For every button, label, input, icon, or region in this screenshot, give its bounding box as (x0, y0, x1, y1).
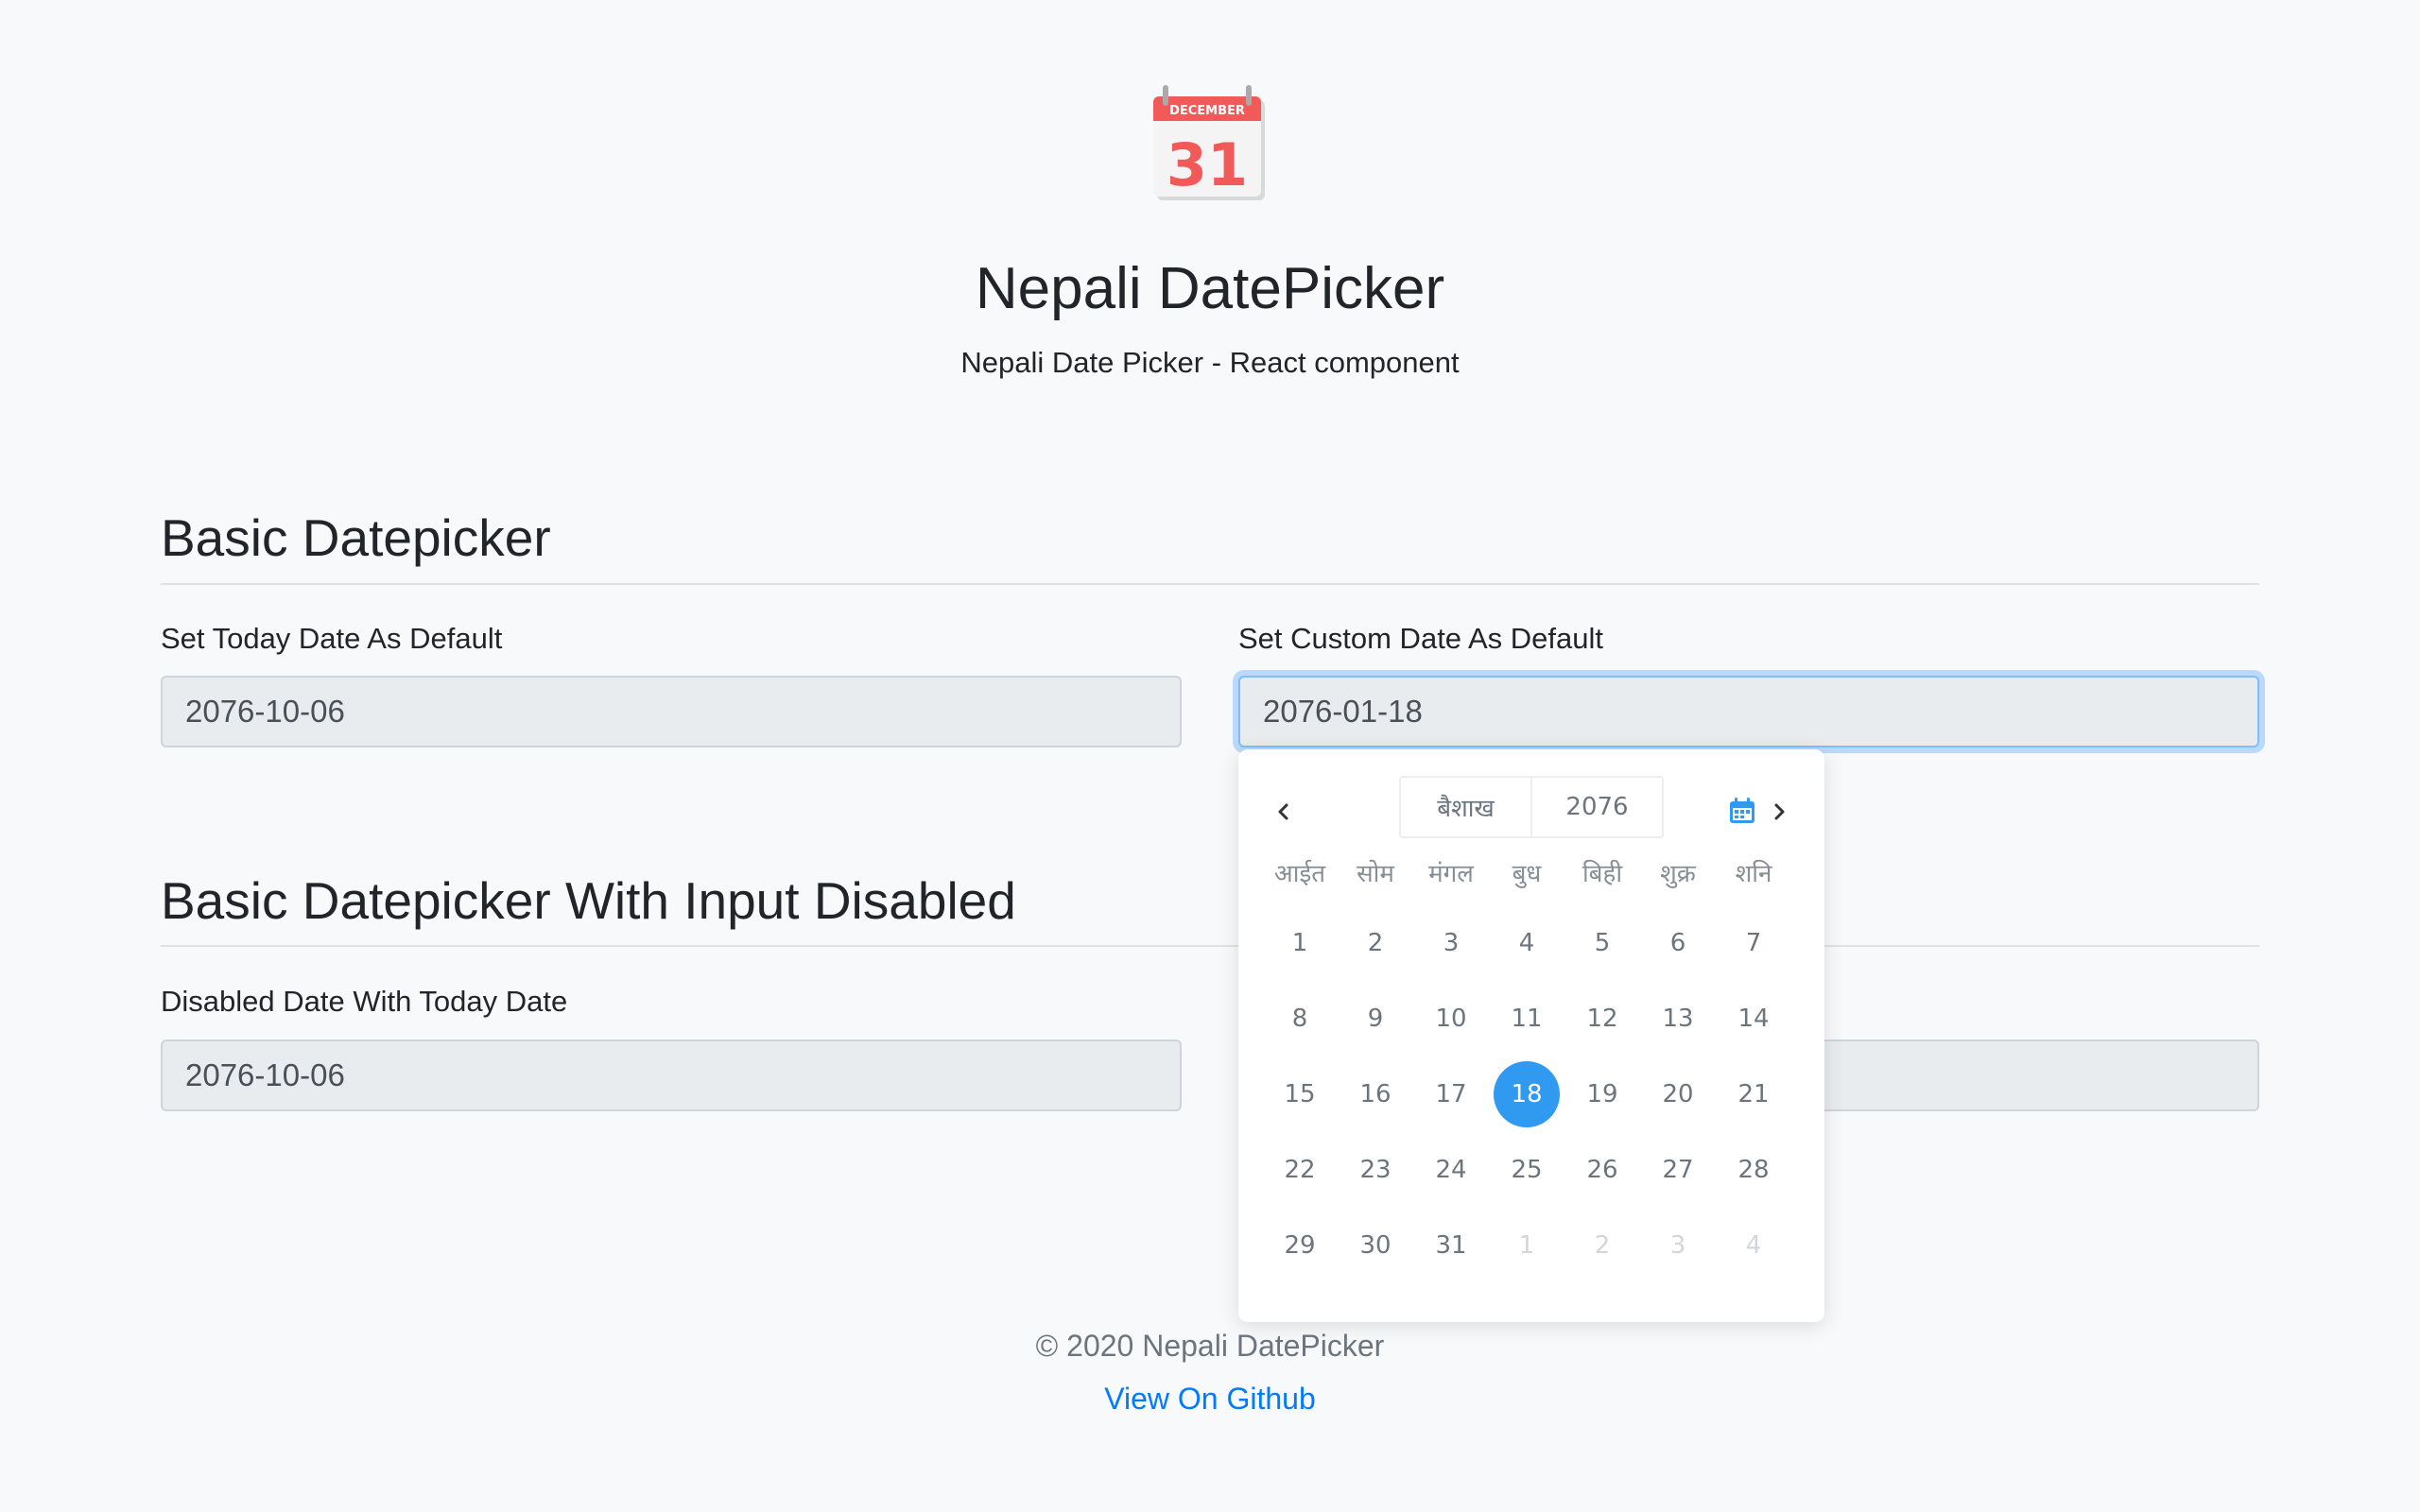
footer-copyright: © 2020 Nepali DatePicker (1035, 1329, 1385, 1363)
calendar-week: 1 2 3 4 5 6 7 (1262, 910, 1791, 976)
section-divider (161, 945, 2259, 947)
calendar-day[interactable]: 15 (1262, 1061, 1338, 1127)
page-title: Nepali DatePicker (975, 256, 1445, 321)
calendar-day[interactable]: 20 (1640, 1061, 1716, 1127)
section-title-basic: Basic Datepicker (161, 508, 551, 567)
calendar-day[interactable]: 17 (1413, 1061, 1489, 1127)
calendar-day[interactable]: 6 (1640, 910, 1716, 976)
year-select[interactable]: 2076 (1530, 778, 1662, 836)
calendar-day[interactable]: 16 (1338, 1061, 1413, 1127)
weekday-label: बुध (1512, 860, 1542, 888)
calendar-day[interactable]: 2 (1338, 910, 1413, 976)
calendar-day[interactable]: 8 (1262, 986, 1338, 1052)
today-date-label: Set Today Date As Default (161, 622, 503, 655)
calendar-day[interactable]: 13 (1640, 986, 1716, 1052)
calendar-day[interactable]: 29 (1262, 1212, 1338, 1279)
calendar-day[interactable]: 1 (1262, 910, 1338, 976)
month-year-selector: बैशाख 2076 (1399, 776, 1664, 838)
calendar-day[interactable]: 19 (1564, 1061, 1640, 1127)
calendar-day[interactable]: 4 (1489, 910, 1564, 976)
month-select[interactable]: बैशाख (1401, 778, 1530, 836)
chevron-right-icon (1774, 803, 1785, 820)
weekday-label: बिही (1582, 860, 1623, 888)
chevron-left-icon (1278, 803, 1288, 820)
calendar-day[interactable]: 7 (1716, 910, 1791, 976)
custom-date-label: Set Custom Date As Default (1238, 622, 1603, 655)
weekday-label: मंगल (1428, 860, 1474, 888)
calendar-day-next-month[interactable]: 2 (1564, 1212, 1640, 1279)
weekday-label: आईत (1273, 860, 1326, 888)
calendar-week: 8 9 10 11 12 13 14 (1262, 986, 1791, 1052)
datepicker-calendar: बैशाख 2076 आईत सोम मंगल बुध बिही शुक्र श… (1238, 749, 1824, 1322)
weekday-label: शनि (1735, 860, 1772, 888)
selected-day-number: 18 (1494, 1061, 1560, 1127)
calendar-day[interactable]: 26 (1564, 1137, 1640, 1203)
section-divider (161, 583, 2259, 585)
next-month-button[interactable] (1758, 791, 1800, 833)
today-calendar-icon[interactable] (1728, 797, 1756, 825)
weekday-header: आईत सोम मंगल बुध बिही शुक्र शनि (1262, 855, 1791, 893)
calendar-day[interactable]: 27 (1640, 1137, 1716, 1203)
calendar-week: 15 16 17 18 19 20 21 (1262, 1061, 1791, 1127)
github-link[interactable]: View On Github (0, 1380, 2420, 1418)
calendar-day[interactable]: 31 (1413, 1212, 1489, 1279)
calendar-day[interactable]: 5 (1564, 910, 1640, 976)
calendar-day[interactable]: 25 (1489, 1137, 1564, 1203)
page-subtitle: Nepali Date Picker - React component (960, 346, 1460, 379)
calendar-day[interactable]: 24 (1413, 1137, 1489, 1203)
weekday-label: शुक्र (1660, 860, 1696, 888)
custom-date-input[interactable] (1238, 676, 2259, 747)
logo-month: DECEMBER (1169, 104, 1245, 118)
calendar-day-next-month[interactable]: 4 (1716, 1212, 1791, 1279)
weekday-label: सोम (1357, 860, 1394, 888)
calendar-day[interactable]: 23 (1338, 1137, 1413, 1203)
disabled-date-input (161, 1040, 1182, 1111)
calendar-day[interactable]: 30 (1338, 1212, 1413, 1279)
calendar-day[interactable]: 12 (1564, 986, 1640, 1052)
calendar-day[interactable]: 10 (1413, 986, 1489, 1052)
section-title-disabled: Basic Datepicker With Input Disabled (161, 871, 1016, 930)
calendar-logo-icon: DECEMBER 31 (1153, 85, 1265, 200)
calendar-day[interactable]: 11 (1489, 986, 1564, 1052)
calendar-week: 29 30 31 1 2 3 4 (1262, 1212, 1791, 1279)
calendar-day-next-month[interactable]: 1 (1489, 1212, 1564, 1279)
calendar-day[interactable]: 22 (1262, 1137, 1338, 1203)
calendar-day[interactable]: 21 (1716, 1061, 1791, 1127)
calendar-day[interactable]: 9 (1338, 986, 1413, 1052)
calendar-day[interactable]: 14 (1716, 986, 1791, 1052)
calendar-day[interactable]: 3 (1413, 910, 1489, 976)
prev-month-button[interactable] (1263, 791, 1305, 833)
calendar-week: 22 23 24 25 26 27 28 (1262, 1137, 1791, 1203)
disabled-date-label: Disabled Date With Today Date (161, 985, 568, 1018)
calendar-day[interactable]: 28 (1716, 1137, 1791, 1203)
calendar-day-next-month[interactable]: 3 (1640, 1212, 1716, 1279)
today-date-input[interactable] (161, 676, 1182, 747)
logo-day: 31 (1167, 130, 1248, 199)
calendar-day-selected[interactable]: 18 (1489, 1061, 1564, 1127)
